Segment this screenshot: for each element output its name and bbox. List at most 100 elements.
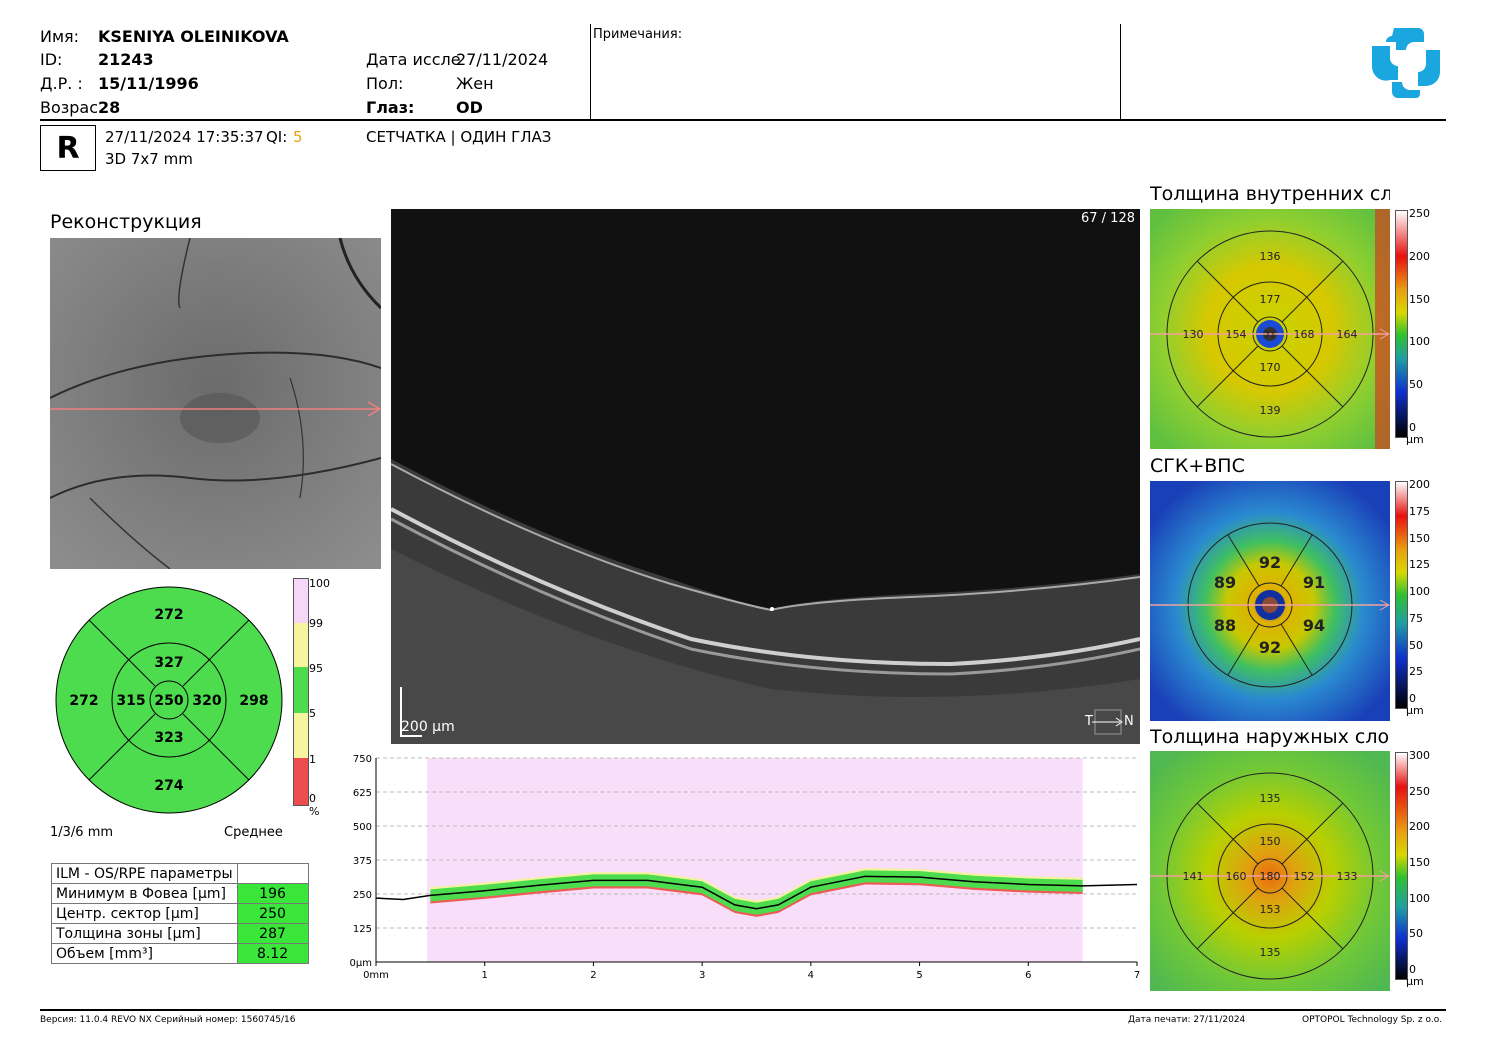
scale-tick: 250 — [1409, 784, 1430, 798]
qi-label: QI: — [266, 128, 288, 146]
reconstruction-title: Реконструкция — [50, 211, 202, 233]
percentile-tick: 100 — [309, 577, 330, 590]
x-tick-label: 0mm — [363, 970, 389, 981]
sector-inner-left: 315 — [116, 693, 145, 709]
parameters-table: ILM - OS/RPE параметры Минимум в Фовеа [… — [51, 863, 309, 964]
percentile-tick: 5 — [309, 707, 316, 720]
sector-center: 71 — [1264, 331, 1275, 341]
table-row: Минимум в Фовеа [µm] 196 — [51, 883, 309, 904]
sector-inner-right: 152 — [1294, 870, 1315, 883]
percentile-tick: 95 — [309, 662, 323, 675]
inner-layers-map[interactable]: 136 177 130 154 71 168 164 170 139 — [1150, 209, 1390, 449]
etdrs-thickness-map[interactable]: 272 272 298 274 327 315 320 323 250 — [54, 585, 284, 815]
y-tick-label: 125 — [353, 924, 372, 935]
percentile-tick: 1 — [309, 753, 316, 766]
divider — [590, 24, 591, 119]
orientation-n: N — [1124, 714, 1134, 729]
scale-tick: 125 — [1409, 558, 1430, 572]
outer-layers-map[interactable]: 135 150 141 160 180 152 133 153 135 — [1150, 751, 1390, 991]
table-row: Объем [mm³] 8.12 — [51, 943, 309, 964]
scale-label: 200 µm — [401, 719, 455, 735]
scale-tick: 175 — [1409, 504, 1430, 518]
y-tick-label: 250 — [353, 890, 372, 901]
sector-outer-left: 272 — [69, 693, 98, 709]
eye-label: Глаз: — [366, 98, 415, 117]
scale-unit: µm — [1406, 433, 1424, 446]
orientation-arrow-icon — [1092, 709, 1123, 735]
sector-outer-right: 133 — [1337, 870, 1358, 883]
inner-color-scale — [1395, 210, 1408, 438]
scale-tick: 100 — [1409, 335, 1430, 349]
patient-age: 28 — [98, 98, 121, 117]
scale-tick: 100 — [1409, 585, 1430, 598]
company-logo-icon — [1371, 28, 1440, 98]
sector-center: 180 — [1260, 870, 1281, 883]
scale-tick: 150 — [1409, 292, 1430, 306]
outer-color-scale — [1395, 752, 1408, 980]
x-tick-label: 7 — [1134, 970, 1140, 981]
sector-inner-bottom: 153 — [1260, 903, 1281, 916]
gcl-color-scale — [1395, 481, 1408, 709]
scale-tick: 250 — [1409, 207, 1430, 220]
scale-tick: 200 — [1409, 478, 1430, 491]
scale-tick: 50 — [1409, 378, 1423, 392]
gcl-ipl-map[interactable]: 92 89 91 88 94 92 — [1150, 481, 1390, 721]
y-tick-label: 375 — [353, 856, 372, 867]
thickness-profile-chart: 750 625 500 375 250 125 0µm0mm 1 2 3 4 5 6 7 — [350, 754, 1141, 981]
scale-unit: µm — [1406, 704, 1424, 717]
inner-map-title: Толщина внутренних сло — [1150, 183, 1390, 205]
scale-tick: 150 — [1409, 856, 1430, 869]
sector-inner-right: 168 — [1294, 328, 1315, 341]
sector-outer-bottom: 274 — [154, 778, 183, 794]
scan-mode: СЕТЧАТКА | ОДИН ГЛАЗ — [366, 128, 552, 146]
sector-top-left: 89 — [1214, 573, 1236, 592]
x-tick-label: 1 — [482, 970, 488, 981]
patient-id: 21243 — [98, 50, 154, 69]
sector-outer-left: 141 — [1183, 870, 1204, 883]
age-label: Возрас — [40, 98, 99, 117]
sector-outer-top: 272 — [154, 607, 183, 623]
x-tick-label: 6 — [1025, 970, 1031, 981]
sector-inner-left: 160 — [1226, 870, 1247, 883]
sex-label: Пол: — [366, 74, 404, 93]
scan-datetime: 27/11/2024 17:35:37 — [105, 128, 264, 146]
patient-sex: Жен — [456, 74, 494, 93]
scale-unit: µm — [1406, 975, 1424, 988]
y-tick-label: 500 — [353, 822, 372, 833]
sector-inner-top: 327 — [154, 655, 183, 671]
ring-label: 1/3/6 mm — [50, 825, 114, 840]
sector-inner-bottom: 323 — [154, 730, 183, 746]
header-rule — [40, 119, 1446, 121]
id-label: ID: — [40, 50, 63, 69]
eye-value: OD — [456, 98, 483, 117]
qi-value: 5 — [293, 128, 303, 146]
percentile-tick: 0 — [309, 792, 316, 805]
oct-bscan-image[interactable]: 67 / 128 200 µm T N — [391, 209, 1140, 744]
print-date: Дата печати: 27/11/2024 — [1128, 1015, 1246, 1025]
y-tick-label: 750 — [353, 754, 372, 765]
scale-tick: 100 — [1409, 891, 1430, 905]
scale-tick: 150 — [1409, 531, 1430, 545]
sector-outer-right: 164 — [1337, 328, 1358, 341]
table-title: ILM - OS/RPE параметры — [51, 863, 238, 884]
mode-label: Среднее — [224, 825, 283, 840]
eye-badge: R — [40, 125, 96, 171]
scale-tick: 200 — [1409, 820, 1430, 834]
table-row: Толщина зоны [µm] 287 — [51, 923, 309, 944]
percentile-tick: 99 — [309, 617, 323, 630]
sector-bottom-left: 88 — [1214, 616, 1236, 635]
name-label: Имя: — [40, 27, 80, 46]
dob-label: Д.Р. : — [40, 74, 83, 93]
y-tick-label: 625 — [353, 788, 372, 799]
sector-inner-top: 177 — [1260, 293, 1281, 306]
sector-center: 250 — [154, 693, 183, 709]
x-tick-label: 5 — [916, 970, 922, 981]
sector-outer-bottom: 135 — [1260, 946, 1281, 959]
reconstruction-image[interactable] — [50, 238, 381, 569]
sector-outer-right: 298 — [239, 693, 268, 709]
sector-top-right: 91 — [1303, 573, 1325, 592]
scale-tick: 200 — [1409, 249, 1430, 263]
sector-inner-right: 320 — [192, 693, 221, 709]
sector-inner-left: 154 — [1226, 328, 1247, 341]
scan-protocol: 3D 7x7 mm — [105, 150, 193, 168]
